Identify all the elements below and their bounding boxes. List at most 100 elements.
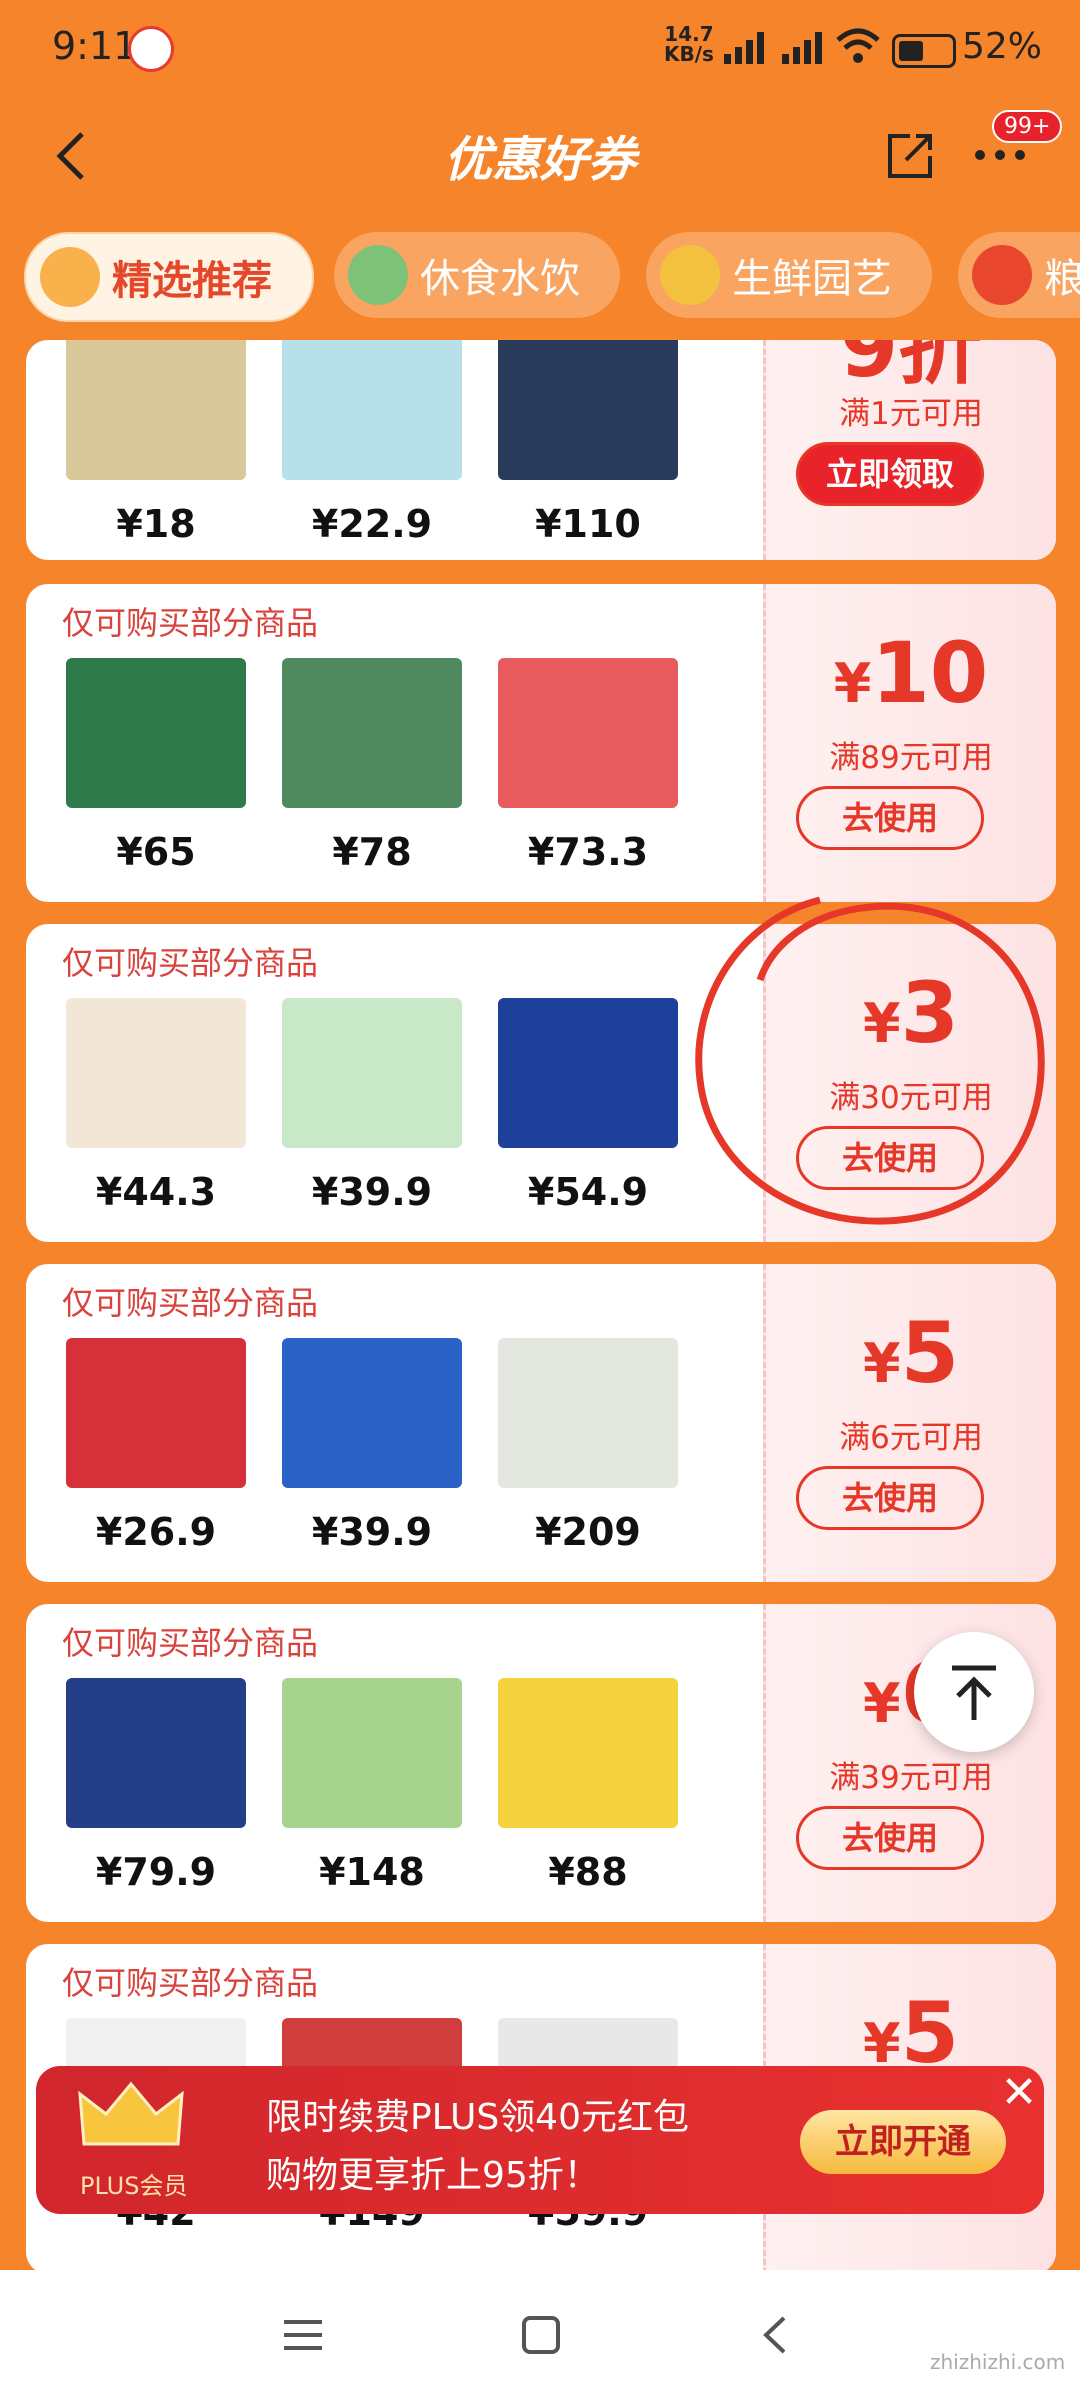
product-item[interactable]: ¥39.9: [272, 1338, 472, 1554]
tab-fresh-garden[interactable]: 生鲜园艺: [646, 232, 932, 318]
coupon-condition: 满89元可用: [829, 740, 993, 776]
product-item[interactable]: ¥54.9: [488, 998, 688, 1214]
product-price: ¥54.9: [527, 1170, 649, 1214]
coupon-icon: [40, 247, 100, 307]
product-item[interactable]: ¥79.9: [56, 1678, 256, 1894]
coupon-amount-value: 5: [900, 1304, 960, 1402]
product-image: [498, 998, 678, 1148]
arrow-up-icon: [952, 1665, 996, 1720]
status-time: 9:11: [52, 24, 138, 68]
currency-symbol: ¥: [862, 1332, 901, 1395]
share-icon[interactable]: [880, 126, 940, 186]
product-price: ¥148: [319, 1850, 425, 1894]
product-item[interactable]: ¥73.3: [488, 658, 688, 874]
product-item[interactable]: ¥65: [56, 658, 256, 874]
product-image: [282, 1678, 462, 1828]
coupon-amount: ¥10: [766, 624, 1056, 722]
product-item[interactable]: ¥39.9: [272, 998, 472, 1214]
product-item[interactable]: ¥88: [488, 1678, 688, 1894]
watermark: zhizhizhi.com: [930, 2350, 1066, 2374]
coupon-stub: ¥5 满6元可用 去使用: [763, 1264, 1056, 1582]
claim-button[interactable]: 立即领取: [796, 442, 984, 506]
signal-icon-2: [782, 32, 822, 64]
use-button[interactable]: 去使用: [796, 1806, 984, 1870]
durian-icon: [660, 245, 720, 305]
coupon-card[interactable]: 仅可购买部分商品 ¥26.9 ¥39.9 ¥209 ¥5 满6元可用 去使用: [26, 1264, 1056, 1582]
wifi-icon: [836, 28, 880, 63]
coupon-card[interactable]: 仅可购买部分商品 ¥79.9 ¥148 ¥88 ¥6 满39元可用 去使用: [26, 1604, 1056, 1922]
open-plus-button[interactable]: 立即开通: [800, 2110, 1006, 2174]
product-image: [66, 998, 246, 1148]
product-item[interactable]: ¥78: [272, 658, 472, 874]
close-icon[interactable]: ✕: [996, 2070, 1042, 2116]
home-icon[interactable]: [516, 2310, 566, 2360]
tab-snacks-drinks[interactable]: 休食水饮: [334, 232, 620, 318]
product-image: [498, 658, 678, 808]
product-item[interactable]: ¥18: [56, 340, 256, 546]
product-image: [282, 1338, 462, 1488]
product-item[interactable]: ¥148: [272, 1678, 472, 1894]
tab-label: 休食水饮: [420, 256, 580, 302]
product-item[interactable]: ¥22.9: [272, 340, 472, 546]
restriction-label: 仅可购买部分商品: [62, 1284, 319, 1322]
plus-promo-line1: 限时续费PLUS领40元红包: [266, 2097, 689, 2138]
product-image: [66, 1678, 246, 1828]
product-price: ¥209: [535, 1510, 641, 1554]
coupon-card[interactable]: ¥18 ¥22.9 ¥110 9折 满1元可用 立即领取: [26, 340, 1056, 560]
product-item[interactable]: ¥26.9: [56, 1338, 256, 1554]
product-price: ¥79.9: [95, 1850, 217, 1894]
tab-label: 生鲜园艺: [732, 256, 892, 302]
nav-back-icon[interactable]: [752, 2310, 802, 2360]
tab-selected[interactable]: 精选推荐: [24, 232, 314, 322]
highlight-circle-annotation: [695, 896, 1045, 1225]
product-image: [66, 658, 246, 808]
restriction-label: 仅可购买部分商品: [62, 604, 319, 642]
currency-symbol: ¥: [833, 652, 872, 715]
product-price: ¥110: [535, 502, 641, 546]
product-image: [282, 658, 462, 808]
product-price: ¥88: [548, 1850, 628, 1894]
crown-icon: [78, 2081, 184, 2146]
category-tabs: 精选推荐 休食水饮 生鲜园艺 粮: [0, 232, 1080, 322]
app-notification-icon: [128, 26, 174, 72]
product-price: ¥22.9: [311, 502, 433, 546]
system-nav-bar: [0, 2270, 1080, 2400]
use-button[interactable]: 去使用: [796, 1466, 984, 1530]
product-price: ¥73.3: [527, 830, 649, 874]
product-item[interactable]: ¥44.3: [56, 998, 256, 1214]
restriction-label: 仅可购买部分商品: [62, 944, 319, 982]
product-image: [498, 1678, 678, 1828]
plus-membership-banner[interactable]: PLUS会员 限时续费PLUS领40元红包 购物更享折上95折！ 立即开通 ✕: [36, 2066, 1044, 2214]
tab-label: 精选推荐: [112, 258, 272, 304]
coupon-card[interactable]: 仅可购买部分商品 ¥65 ¥78 ¥73.3 ¥10 满89元可用 去使用: [26, 584, 1056, 902]
coupon-stub: 9折 满1元可用 立即领取: [763, 340, 1056, 560]
coupon-stub: ¥10 满89元可用 去使用: [763, 584, 1056, 902]
product-image: [498, 1338, 678, 1488]
status-bar: 9:11 14.7 KB/s 52%: [0, 0, 1080, 100]
network-speed: 14.7 KB/s: [664, 24, 714, 64]
restriction-label: 仅可购买部分商品: [62, 1964, 319, 2002]
product-image: [66, 340, 246, 480]
tab-grain[interactable]: 粮: [958, 232, 1080, 318]
network-speed-value: 14.7: [664, 22, 714, 46]
snack-icon: [348, 245, 408, 305]
product-image: [498, 340, 678, 480]
coupon-condition: 满1元可用: [839, 396, 983, 432]
coupon-condition: 满6元可用: [839, 1420, 983, 1456]
header: 优惠好券 99+: [0, 100, 1080, 220]
product-image: [66, 1338, 246, 1488]
product-price: ¥39.9: [311, 1170, 433, 1214]
battery-icon: [892, 34, 956, 68]
currency-symbol: ¥: [862, 1672, 901, 1735]
scroll-to-top-button[interactable]: [914, 1632, 1034, 1752]
menu-icon[interactable]: [278, 2310, 328, 2360]
product-image: [282, 998, 462, 1148]
product-price: ¥39.9: [311, 1510, 433, 1554]
network-speed-unit: KB/s: [664, 42, 714, 66]
product-item[interactable]: ¥209: [488, 1338, 688, 1554]
product-price: ¥26.9: [95, 1510, 217, 1554]
product-item[interactable]: ¥110: [488, 340, 688, 546]
use-button[interactable]: 去使用: [796, 786, 984, 850]
grain-icon: [972, 245, 1032, 305]
more-icon[interactable]: [970, 140, 1030, 170]
